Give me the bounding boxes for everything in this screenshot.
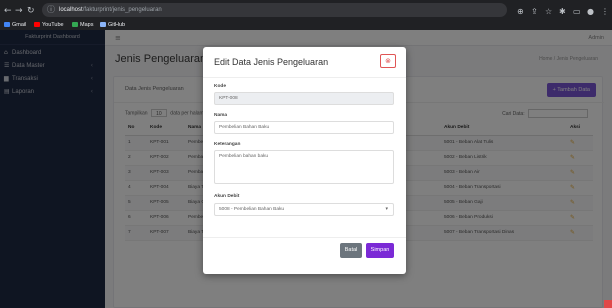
url-text: localhost/fakturprint/jenis_pengeluaran: [59, 3, 162, 17]
nama-label: Nama: [214, 113, 228, 118]
github-icon: [100, 21, 106, 27]
bookmark-label: GitHub: [108, 22, 126, 28]
tab-search-icon[interactable]: ▭: [573, 7, 581, 17]
bookmarks-bar: Gmail YouTube Maps GitHub: [0, 20, 612, 30]
reload-icon[interactable]: ↻: [27, 5, 35, 17]
keterangan-label: Keterangan: [214, 142, 241, 147]
keterangan-field[interactable]: Pembelian bahan baku: [214, 150, 394, 184]
forward-icon[interactable]: →: [15, 5, 23, 17]
bookmark-maps[interactable]: Maps: [72, 20, 93, 30]
akun-debit-select[interactable]: 5008 - Pembelian Bahan Baku ▾: [214, 203, 394, 216]
youtube-icon: [34, 21, 40, 27]
akun-debit-label: Akun Debit: [214, 194, 240, 199]
divider: [203, 237, 406, 238]
divider: [203, 77, 406, 78]
bookmark-youtube[interactable]: YouTube: [34, 20, 64, 30]
save-button[interactable]: Simpan: [366, 243, 394, 258]
gmail-icon: [4, 21, 10, 27]
back-icon[interactable]: ←: [4, 5, 12, 17]
chevron-down-icon: ▾: [385, 206, 388, 212]
maps-icon: [72, 21, 78, 27]
menu-icon[interactable]: ⋮: [601, 7, 609, 17]
info-icon[interactable]: ⓘ: [47, 4, 55, 16]
bookmark-gmail[interactable]: Gmail: [4, 20, 26, 30]
bookmark-label: Gmail: [12, 22, 27, 28]
bookmark-label: Maps: [80, 22, 94, 28]
kode-field: KPT-008: [214, 92, 394, 105]
address-bar[interactable]: ⓘ localhost/fakturprint/jenis_pengeluara…: [42, 3, 507, 17]
close-button[interactable]: ⊗: [380, 54, 396, 68]
url-host: localhost: [59, 7, 83, 13]
kode-label: Kode: [214, 84, 226, 89]
nama-field[interactable]: Pembelian Bahan Baku: [214, 121, 394, 134]
address-row: ← → ↻ ⓘ localhost/fakturprint/jenis_peng…: [0, 3, 612, 19]
modal-title: Edit Data Jenis Pengeluaran: [214, 57, 329, 67]
cancel-button[interactable]: Batal: [340, 243, 362, 258]
share-icon[interactable]: ⇪: [531, 7, 538, 17]
url-path: /fakturprint/jenis_pengeluaran: [82, 7, 162, 13]
scroll-top-button[interactable]: [604, 300, 612, 308]
bookmark-label: YouTube: [42, 22, 64, 28]
star-icon[interactable]: ☆: [545, 7, 552, 17]
browser-chrome: ← → ↻ ⓘ localhost/fakturprint/jenis_peng…: [0, 0, 612, 30]
extension-icon[interactable]: ✱: [559, 7, 566, 17]
edit-modal: Edit Data Jenis Pengeluaran ⊗ Kode KPT-0…: [203, 47, 406, 274]
akun-debit-value: 5008 - Pembelian Bahan Baku: [219, 207, 285, 212]
close-icon: ⊗: [385, 57, 391, 65]
profile-icon[interactable]: ●: [587, 7, 594, 17]
bookmark-github[interactable]: GitHub: [100, 20, 125, 30]
zoom-icon[interactable]: ⊕: [517, 7, 524, 17]
